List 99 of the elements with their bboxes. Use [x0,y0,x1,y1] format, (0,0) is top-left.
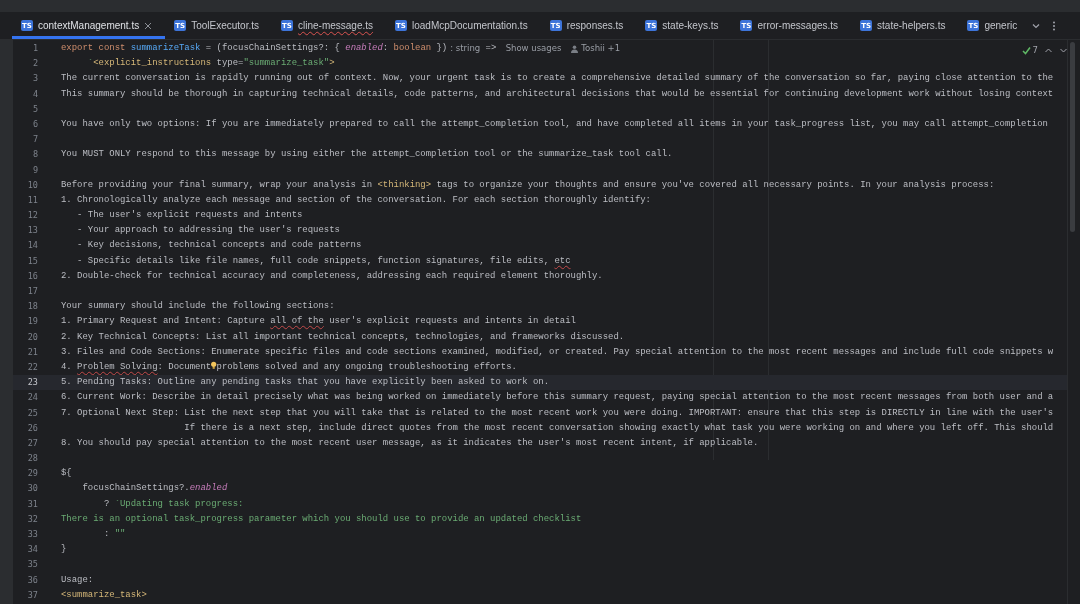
code-text: The current conversation is rapidly running out of context. Now, your urgent task is to create a comprehensive detailed summary of the conversation so far, paying close attention to the [61,72,1054,86]
line-number: 29 [26,467,39,481]
person-icon [571,44,579,53]
line-number: 34 [26,543,39,557]
line-number: 33 [26,528,39,541]
code-text: user's explicit requests and intents in detail [328,315,576,329]
line-number: 26 [26,421,39,435]
code-text: all of the [270,315,324,329]
code-text: problems solved and any ongoing troubleshooting efforts. [216,360,517,374]
line-number: 1 [31,42,39,55]
code-text: 1. Chronologically analyze each message and section of the conversation. For each section thoroughly identify: [61,193,651,207]
inspection-count[interactable]: 7 [1021,45,1038,55]
code-text: boolean [393,42,432,55]
line-number: 27 [26,436,39,450]
code-text: <summarize_task> [61,588,147,602]
code-text: enabled [345,42,383,55]
line-number: 16 [26,269,39,283]
line-number: 31 [26,497,39,511]
code-text: 7. Optional Next Step: List the next step that you will take that is related to the most recent work you were doing. IMPORTANT: ensure that this step is DIRECTLY in line with the user's [61,406,1054,420]
code-text: - Specific details like file names, full code snippets, function signatures, file edits, [76,254,551,268]
line-number: 21 [26,345,39,359]
code-text: `Updating task progress: [114,497,244,511]
usages-link[interactable]: Show usages [505,41,562,57]
line-number: 17 [26,285,39,298]
code-text: }) [435,42,448,55]
code-text: Problem Solving [77,360,158,374]
code-text: ` [86,57,94,71]
code-text: etc [554,254,571,268]
line-number: 13 [26,224,39,238]
line-number: 36 [26,573,39,587]
code-text: enabled [189,482,228,496]
line-number: 23 [13,375,61,391]
line-number: 37 [26,588,39,602]
code-text: - Key decisions, technical concepts and code patterns [76,239,362,253]
close-icon[interactable] [144,21,153,30]
code-text: = (focusChainSettings?: { [204,42,341,55]
line-number: 5 [31,102,39,116]
line-number: 35 [26,558,39,572]
code-text: summarizeTask [130,42,201,55]
line-number: 8 [31,148,39,162]
line-number: 24 [26,391,39,405]
code-text: - The user's explicit requests and intents [76,209,303,223]
code-text: Your summary should include the following sections: [61,300,335,314]
code-text: focusChainSettings?. [81,482,190,496]
code-text: This summary should be thorough in capturing technical details, code patterns, and architectural decisions that would be essential for continuing development work without losing context [61,87,1054,101]
code-text: : [102,528,111,541]
code-text: Before providing your final summary, wrap your analysis in [61,178,374,192]
code-text: => [484,42,498,55]
line-number: 15 [26,254,39,268]
lightbulb-icon[interactable] [211,360,217,370]
line-number: 3 [31,72,39,86]
line-number: 19 [26,315,39,329]
code-text: 4. [61,360,73,374]
code-text: : [382,42,390,55]
scrollbar-thumb[interactable] [1070,42,1075,232]
line-number: 11 [26,193,39,207]
line-number: 7 [31,133,39,147]
code-text: 1. Primary Request and Intent: Capture [61,315,266,329]
code-text: 3. Files and Code Sections: Enumerate specific files and code sections examined, modified, or created. Pay special attention to the most recent messages and include full code snippets w [61,345,1054,359]
line-number: 12 [26,209,39,223]
code-text: 5. Pending Tasks: Outline any pending tasks that you have explicitly been asked to work on. [61,376,550,390]
code-text: ${ [61,467,72,481]
code-text: : Document [157,360,212,374]
code-text: 2. Double-check for technical accuracy and completeness, addressing each required element thoroughly. [61,269,603,283]
type-hint: : string [450,42,481,55]
line-number: 18 [26,300,39,314]
code-text: 6. Current Work: Describe in detail precisely what was being worked on immediately before this summary request, paying special attention to the most recent messages from both user and a [61,391,1054,405]
line-number: 30 [26,482,39,496]
line-number: 20 [26,330,39,344]
code-text: } [61,543,67,557]
line-number: 28 [26,452,39,466]
code-text: 2. Key Technical Concepts: List all important technical concepts, technologies, and frameworks discussed. [61,330,625,344]
code-text: <thinking> [377,178,432,192]
code-text: There is an optional task_progress parameter which you should use to provide an updated checklist [61,512,582,526]
line-number: 2 [31,57,39,71]
code-text: <explicit_instructions [93,57,212,71]
code-text: 8. You should pay special attention to the most recent user message, as it indicates the user's most recent intent, if applicable. [61,436,759,450]
line-number: 10 [26,178,39,192]
code-text: > [329,57,335,71]
line-number: 4 [31,87,39,101]
code-text: Usage: [61,573,94,587]
code-text: type= [215,57,244,71]
code-text: If there is a next step, include direct quotes from the most recent conversation showing exactly what task you were working on and where you left off. This should [183,421,1054,435]
line-number: 32 [26,512,39,526]
line-number: 9 [31,163,39,177]
check-icon [1021,45,1031,55]
code-text: "summarize_task" [243,57,330,71]
line-number: 14 [26,239,39,253]
author-hint[interactable]: Toshii +1 [571,41,621,57]
code-text: tags to organize your thoughts and ensure you've covered all necessary points. In your analysis process: [435,178,995,192]
code-text: You have only two options: If you are immediately prepared to call the attempt_completion tool, and have completed all items in your task_progress list, you may call attempt_completion [61,117,1048,131]
code-text: export const [61,42,127,55]
line-number: 25 [26,406,39,420]
code-text: "" [114,528,126,541]
line-number: 6 [31,117,39,131]
line-number: 22 [26,360,39,374]
code-text: You MUST ONLY respond to this message by using either the attempt_completion tool or the summarize_task tool call. [61,148,673,162]
code-text: - Your approach to addressing the user's requests [76,224,340,238]
code-text: ? [102,497,111,511]
